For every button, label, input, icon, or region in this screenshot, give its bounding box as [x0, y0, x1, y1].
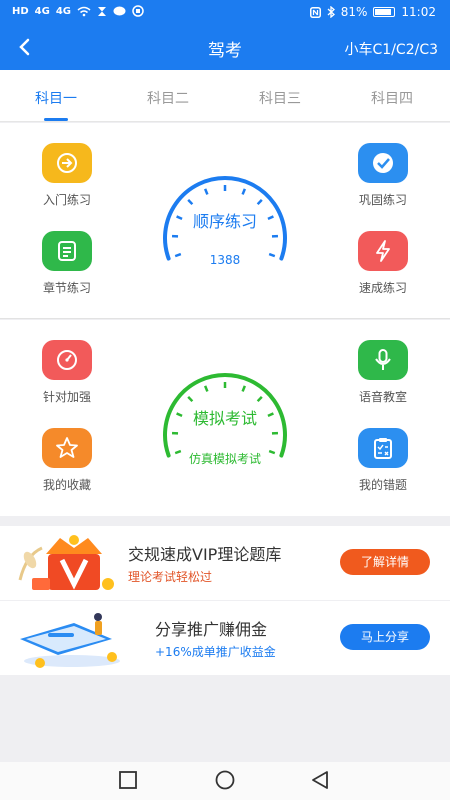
share-banner[interactable]: 分享推广赚佣金 +16%成单推广收益金 马上分享	[0, 601, 450, 675]
feature-label: 针对加强	[42, 390, 91, 404]
message-icon	[113, 6, 126, 15]
gauge-dial-icon	[163, 373, 287, 458]
active-tab-indicator	[44, 118, 68, 121]
consolidate-practice-button[interactable]: 巩固练习	[338, 143, 428, 208]
tab-subject-two[interactable]: 科目二	[112, 88, 224, 108]
favorites-button[interactable]: 我的收藏	[22, 428, 112, 493]
banner-subtitle: +16%成单推广收益金	[155, 645, 276, 659]
system-nav-bar	[0, 762, 450, 800]
vip-gift-illustration	[18, 535, 114, 590]
checkmark-icon	[358, 143, 408, 183]
feature-label: 章节练习	[42, 281, 91, 295]
practice-section: 入门练习 章节练习 巩固练习 速成练习 顺序练习 1388	[0, 123, 450, 319]
banner-subtitle: 理论考试轻松过	[128, 570, 213, 584]
status-right: 81% 11:02	[309, 5, 436, 19]
feature-label: 速成练习	[358, 281, 407, 295]
car-type-selector[interactable]: 小车C1/C2/C3	[345, 39, 438, 59]
question-count: 1388	[209, 253, 241, 267]
login-arrow-icon	[42, 143, 92, 183]
gauge-title: 模拟考试	[192, 409, 257, 428]
home-icon[interactable]	[214, 770, 236, 790]
feature-label: 语音教室	[358, 390, 407, 404]
nfc-icon	[309, 6, 321, 18]
learn-more-button[interactable]: 了解详情	[340, 549, 430, 575]
bluetooth-icon	[327, 6, 335, 18]
microphone-icon	[358, 340, 408, 380]
share-now-button[interactable]: 马上分享	[340, 624, 430, 650]
sequential-practice-gauge[interactable]: 顺序练习 1388	[155, 168, 295, 298]
chapter-practice-button[interactable]: 章节练习	[22, 231, 112, 296]
status-left: HD 4G 4G	[12, 5, 144, 17]
battery-percent: 81%	[340, 5, 368, 19]
gauge-subtitle: 仿真模拟考试	[188, 452, 261, 466]
gauge-dial-icon	[163, 176, 287, 261]
status-bar: HD 4G 4G 81% 11:02	[0, 0, 450, 26]
quick-practice-button[interactable]: 速成练习	[338, 231, 428, 296]
hourglass-icon	[98, 6, 107, 16]
tab-subject-four[interactable]: 科目四	[336, 88, 448, 108]
banner-title: 分享推广赚佣金	[155, 620, 268, 639]
back-triangle-icon[interactable]	[310, 770, 330, 790]
hd-chip: HD	[12, 5, 29, 17]
phone-promotion-illustration	[20, 613, 120, 668]
wrong-questions-button[interactable]: 我的错题	[338, 428, 428, 493]
gauge-icon	[42, 340, 92, 380]
banner-title: 交规速成VIP理论题库	[128, 545, 282, 564]
battery-icon	[373, 7, 396, 17]
mock-exam-gauge[interactable]: 模拟考试 仿真模拟考试	[155, 365, 295, 495]
tab-subject-one[interactable]: 科目一	[0, 88, 112, 108]
targeted-strengthen-button[interactable]: 针对加强	[22, 340, 112, 405]
notification-icon	[132, 5, 144, 17]
app-header: HD 4G 4G 81% 11:02 驾考 小车C1/C2/C3	[0, 0, 450, 70]
feature-label: 我的错题	[358, 478, 407, 492]
signal-chip: 4G	[34, 5, 50, 17]
feature-label: 巩固练习	[358, 193, 407, 207]
recent-apps-icon[interactable]	[118, 770, 138, 790]
vip-banner[interactable]: 交规速成VIP理论题库 理论考试轻松过 了解详情	[0, 526, 450, 600]
intro-practice-button[interactable]: 入门练习	[22, 143, 112, 208]
wifi-icon	[77, 6, 91, 16]
exam-section: 针对加强 我的收藏 语音教室 我的错题 模拟考试 仿真模拟考试	[0, 320, 450, 516]
clipboard-icon	[358, 428, 408, 468]
tab-subject-three[interactable]: 科目三	[224, 88, 336, 108]
voice-classroom-button[interactable]: 语音教室	[338, 340, 428, 405]
star-icon	[42, 428, 92, 468]
feature-label: 我的收藏	[42, 478, 91, 492]
lightning-icon	[358, 231, 408, 271]
clock: 11:02	[401, 5, 436, 19]
feature-label: 入门练习	[42, 193, 91, 207]
gauge-title: 顺序练习	[192, 212, 257, 231]
signal-chip-2: 4G	[55, 5, 72, 17]
list-document-icon	[42, 231, 92, 271]
subject-tabs: 科目一 科目二 科目三 科目四	[0, 70, 450, 122]
nav-bar: 驾考 小车C1/C2/C3	[0, 26, 450, 70]
